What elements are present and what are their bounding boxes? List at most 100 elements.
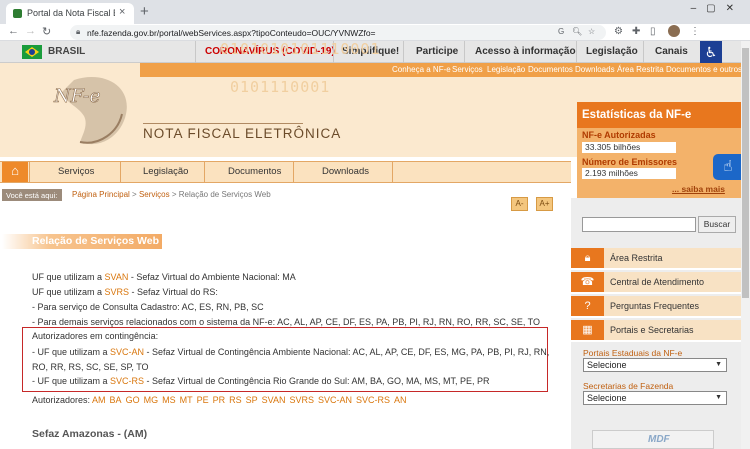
- phone-icon: ☎: [571, 272, 604, 292]
- topnav-area-restrita[interactable]: Área Restrita: [617, 65, 664, 74]
- portals-select[interactable]: Selecione ▼: [583, 358, 727, 372]
- menu-documentos[interactable]: Documentos: [228, 166, 281, 177]
- sidebar-item-perguntas[interactable]: ? Perguntas Frequentes: [571, 296, 750, 318]
- url-text: nfe.fazenda.gov.br/portal/webServices.as…: [87, 28, 376, 38]
- authorizer-link[interactable]: AN: [394, 395, 407, 405]
- breadcrumb: Página Principal > Serviços > Relação de…: [72, 190, 271, 199]
- topnav-documentos[interactable]: Documentos: [528, 65, 573, 74]
- contingency-title: Autorizadores em contingência:: [32, 331, 159, 341]
- breadcrumb-label: Você está aqui:: [2, 189, 62, 201]
- menu-servicos[interactable]: Serviços: [58, 166, 94, 177]
- authorizer-link[interactable]: SP: [246, 395, 258, 405]
- topnav-conheca[interactable]: Conheça a NF-e: [392, 65, 451, 74]
- font-increase-button[interactable]: A+: [536, 197, 553, 211]
- zoom-icon[interactable]: 🔍︎: [572, 27, 582, 36]
- gov-link-acesso[interactable]: Acesso à informação: [475, 46, 576, 57]
- mdfe-banner[interactable]: MDF: [592, 430, 714, 449]
- authorizer-link[interactable]: BA: [110, 395, 122, 405]
- authorizer-link[interactable]: GO: [126, 395, 140, 405]
- authorizer-link[interactable]: RS: [229, 395, 242, 405]
- header-binary-decoration-2: 0101110001: [230, 78, 331, 96]
- new-tab-icon[interactable]: +: [140, 3, 149, 20]
- sidebar-item-central[interactable]: ☎ Central de Atendimento: [571, 272, 750, 294]
- svrs-demais-line: - Para demais serviços relacionados com …: [32, 317, 541, 327]
- authorizers-line: Autorizadores: AM BA GO MG MS MT PE PR RS SP SVAN S…: [32, 395, 407, 405]
- reload-icon[interactable]: ↻: [42, 25, 51, 38]
- forward-icon[interactable]: →: [25, 25, 36, 37]
- stats-issuers-label: Número de Emissores: [582, 157, 678, 167]
- authorizer-link[interactable]: MS: [162, 395, 176, 405]
- sidebar-item-portais[interactable]: ▦ Portais e Secretarias: [571, 320, 750, 342]
- avatar[interactable]: [668, 25, 680, 37]
- svan-line: UF que utilizam a SVAN - Sefaz Virtual d…: [32, 272, 296, 282]
- lock-icon: 🔒︎: [76, 27, 81, 36]
- gov-link-participe[interactable]: Participe: [416, 46, 458, 57]
- chevron-down-icon: ▼: [715, 361, 722, 368]
- back-icon[interactable]: ←: [8, 25, 19, 37]
- stats-authorized-value: 33.305 bilhões: [582, 142, 676, 153]
- star-icon[interactable]: ☆: [588, 27, 595, 36]
- menu-kebab-icon[interactable]: ⋮: [690, 26, 700, 37]
- stats-authorized-label: NF-e Autorizadas: [582, 130, 656, 140]
- puzzle-icon[interactable]: ✚: [632, 26, 640, 37]
- search-button[interactable]: Buscar: [698, 216, 736, 233]
- header-binary-decoration: 0101010101110001: [220, 40, 381, 58]
- svcrs-link[interactable]: SVC-RS: [110, 376, 144, 386]
- topnav-downloads[interactable]: Downloads: [575, 65, 615, 74]
- search-input[interactable]: [582, 217, 696, 232]
- sidebar-item-area-restrita[interactable]: 🔒︎ Área Restrita: [571, 248, 750, 270]
- sidepanel-icon[interactable]: ▯: [650, 26, 656, 37]
- logo-text: NOTA FISCAL ELETRÔNICA: [143, 126, 342, 141]
- authorizer-link[interactable]: MT: [180, 395, 193, 405]
- portals-label: Portais Estaduais da NF-e: [583, 348, 683, 358]
- authorizer-link[interactable]: SVC-AN: [318, 395, 352, 405]
- brazil-flag-icon[interactable]: [22, 45, 42, 59]
- authorizer-link[interactable]: MG: [144, 395, 159, 405]
- svcan-line-cont: RO, RR, RS, SC, SE, SP, TO: [32, 362, 149, 372]
- topnav-legislacao[interactable]: Legislação: [487, 65, 525, 74]
- authorizer-link[interactable]: SVC-RS: [356, 395, 390, 405]
- secretarias-select[interactable]: Selecione ▼: [583, 391, 727, 405]
- secretarias-label: Secretarias de Fazenda: [583, 381, 674, 391]
- close-tab-icon[interactable]: ×: [119, 6, 125, 18]
- topnav-servicos[interactable]: Serviços: [452, 65, 483, 74]
- browser-tab[interactable]: Portal da Nota Fiscal Eletrônica ×: [6, 3, 134, 24]
- breadcrumb-servicos[interactable]: Serviços: [139, 190, 170, 199]
- menu-legislacao[interactable]: Legislação: [143, 166, 188, 177]
- topnav-documentos-outros[interactable]: Documentos e outros: [666, 65, 742, 74]
- favicon-icon: [13, 9, 22, 18]
- menu-downloads[interactable]: Downloads: [322, 166, 369, 177]
- gov-brasil-link[interactable]: BRASIL: [48, 46, 85, 57]
- stats-issuers-value: 2.193 milhões: [582, 168, 676, 179]
- svrs-line: UF que utilizam a SVRS - Sefaz Virtual d…: [32, 287, 218, 297]
- stats-more-link[interactable]: ... saiba mais: [672, 184, 725, 194]
- sign-language-icon[interactable]: ☝︎: [713, 154, 743, 180]
- scrollbar-thumb[interactable]: [742, 48, 749, 298]
- svcan-line: - UF que utilizam a SVC-AN - Sefaz Virtu…: [32, 347, 550, 357]
- window-controls[interactable]: –▢✕: [691, 3, 744, 14]
- authorizer-link[interactable]: SVRS: [289, 395, 314, 405]
- breadcrumb-current: Relação de Serviços Web: [178, 190, 271, 199]
- home-icon[interactable]: ⌂: [2, 162, 28, 182]
- svrs-link[interactable]: SVRS: [105, 287, 130, 297]
- svcan-link[interactable]: SVC-AN: [110, 347, 144, 357]
- authorizer-link[interactable]: AM: [92, 395, 106, 405]
- breadcrumb-home[interactable]: Página Principal: [72, 190, 130, 199]
- page-title: Relação de Serviços Web: [32, 235, 160, 247]
- gov-link-canais[interactable]: Canais: [655, 46, 688, 57]
- authorizer-link[interactable]: SVAN: [262, 395, 286, 405]
- address-bar[interactable]: 🔒︎ nfe.fazenda.gov.br/portal/webServices…: [70, 25, 606, 40]
- svg-text:NF-e: NF-e: [53, 85, 101, 107]
- authorizer-link[interactable]: PR: [213, 395, 226, 405]
- nfe-logo[interactable]: NF-e: [44, 72, 136, 152]
- gov-link-legislacao[interactable]: Legislação: [586, 46, 638, 57]
- extension-icon[interactable]: ⚙: [614, 26, 623, 37]
- section-title-bar: Relação de Serviços Web: [2, 234, 162, 249]
- accessibility-icon[interactable]: ♿︎: [700, 41, 722, 63]
- authorizer-link[interactable]: PE: [197, 395, 209, 405]
- font-decrease-button[interactable]: A-: [511, 197, 528, 211]
- google-icon[interactable]: G: [558, 27, 564, 36]
- building-icon: ▦: [571, 320, 604, 340]
- svan-link[interactable]: SVAN: [105, 272, 129, 282]
- lock-icon: 🔒︎: [571, 248, 604, 268]
